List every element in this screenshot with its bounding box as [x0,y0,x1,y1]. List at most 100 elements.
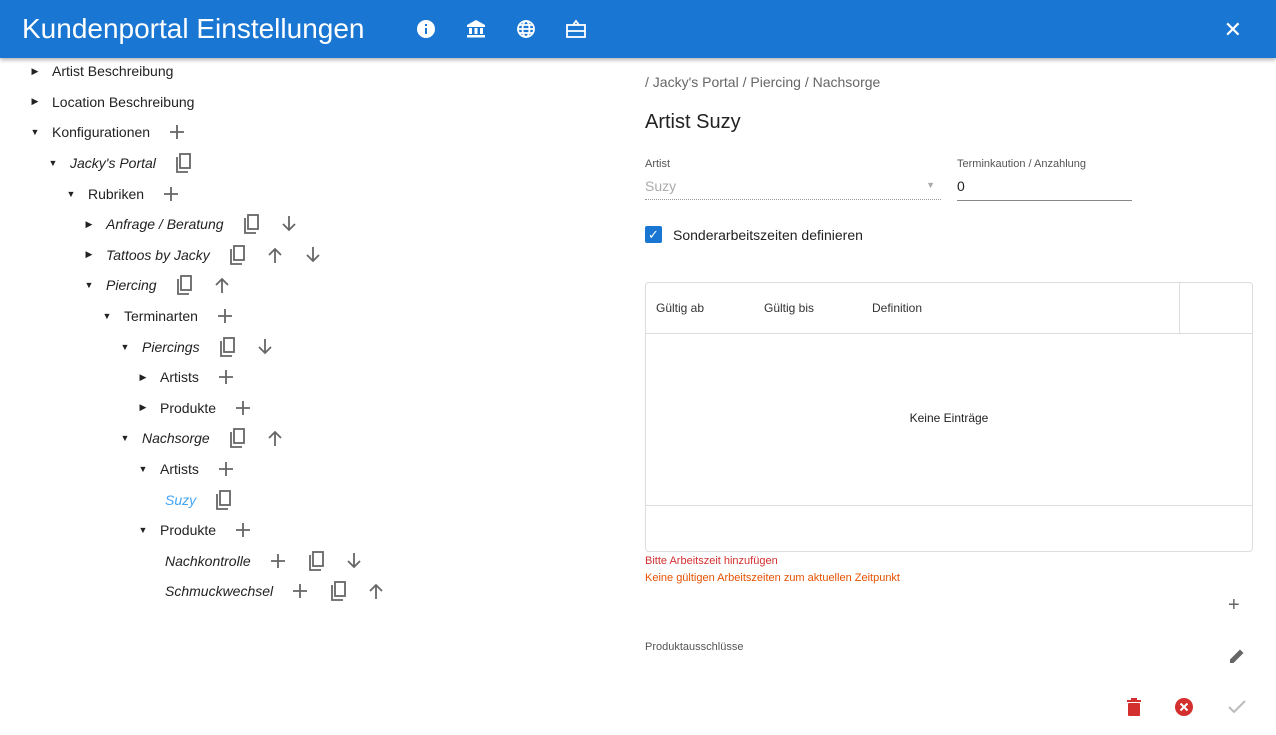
copy-icon[interactable] [240,213,262,235]
add-icon[interactable] [160,183,182,205]
sonderarbeitszeiten-checkbox[interactable]: ✓ Sonderarbeitszeiten definieren [645,226,863,243]
caret-down-icon[interactable]: ▼ [98,311,116,321]
add-icon[interactable] [289,580,311,602]
column-header: Definition [872,301,923,315]
copy-icon[interactable] [172,152,194,174]
tree-node-label[interactable]: Location Beschreibung [52,94,194,110]
caret-down-icon[interactable]: ▼ [26,127,44,137]
copy-icon[interactable] [305,550,327,572]
edit-icon[interactable] [1227,646,1247,666]
caret-down-icon[interactable]: ▼ [80,280,98,290]
tree-node-label[interactable]: Piercing [106,277,157,293]
tree-node[interactable]: Nachkontrolle [0,546,620,577]
add-icon[interactable] [215,458,237,480]
save-check-icon[interactable] [1227,698,1247,716]
tree-node[interactable]: ▶ Tattoos by Jacky [0,240,620,271]
tree-node-label[interactable]: Konfigurationen [52,124,150,140]
checkbox-label: Sonderarbeitszeiten definieren [673,226,863,243]
tree-node-label[interactable]: Piercings [142,339,200,355]
tree-node[interactable]: ▼ Rubriken [0,178,620,209]
config-tree: ▶ Artist Beschreibung ▶ Location Beschreibu… [0,56,620,607]
arrow-up-icon[interactable] [365,580,387,602]
arrow-down-icon[interactable] [302,244,324,266]
copy-icon[interactable] [212,489,234,511]
tree-node[interactable]: ▶ Location Beschreibung [0,87,620,118]
tree-node-label[interactable]: Terminarten [124,308,198,324]
tree-node-label[interactable]: Tattoos by Jacky [106,247,210,263]
bank-icon[interactable] [464,17,488,41]
tree-node[interactable]: ▼ Produkte [0,515,620,546]
tree-node[interactable]: Suzy [0,484,620,515]
tree-node-label[interactable]: Jacky's Portal [70,155,156,171]
caret-down-icon[interactable]: ▼ [44,158,62,168]
cancel-icon[interactable] [1174,697,1194,717]
tree-node[interactable]: ▶ Anfrage / Beratung [0,209,620,240]
copy-icon[interactable] [327,580,349,602]
tree-node-label[interactable]: Artists [160,461,199,477]
tree-node[interactable]: ▶ Artists [0,362,620,393]
info-icon[interactable] [414,17,438,41]
delete-icon[interactable] [1126,698,1142,716]
add-icon[interactable] [232,519,254,541]
deposit-input[interactable]: 0 [957,172,1132,201]
tree-node-label[interactable]: Artists [160,369,199,385]
copy-icon[interactable] [173,274,195,296]
tree-node[interactable]: ▶ Artist Beschreibung [0,56,620,87]
copy-icon[interactable] [226,427,248,449]
tree-node[interactable]: ▼ Artists [0,454,620,485]
add-icon[interactable] [267,550,289,572]
add-icon[interactable] [166,121,188,143]
column-divider [1179,283,1180,334]
arrow-up-icon[interactable] [264,427,286,449]
tree-node-label[interactable]: Produkte [160,522,216,538]
caret-right-icon[interactable]: ▶ [134,402,152,413]
tree-node[interactable]: ▶ Produkte [0,393,620,424]
tree-node-label[interactable]: Schmuckwechsel [165,583,273,599]
close-icon[interactable]: ✕ [1224,17,1242,43]
copy-icon[interactable] [216,336,238,358]
empty-message: Keine Einträge [909,411,989,425]
caret-right-icon[interactable]: ▶ [134,372,152,383]
caret-down-icon[interactable]: ▼ [116,342,134,352]
tree-node[interactable]: ▼ Jacky's Portal [0,148,620,179]
tree-node-label[interactable]: Nachsorge [142,430,210,446]
app-header: Kundenportal Einstellungen ✕ [0,0,1276,58]
globe-icon[interactable] [514,17,538,41]
page-title: Kundenportal Einstellungen [22,13,365,44]
tree-node-label[interactable]: Artist Beschreibung [52,63,173,79]
gift-card-icon[interactable] [564,17,588,41]
deposit-label: Terminkaution / Anzahlung [957,158,1087,170]
dropdown-arrow-icon: ▼ [926,180,935,190]
arrow-up-icon[interactable] [211,274,233,296]
add-icon[interactable] [215,366,237,388]
artist-select[interactable]: Suzy ▼ [645,172,941,200]
tree-node-label[interactable]: Suzy [165,492,196,508]
tree-node[interactable]: ▼ Piercings [0,331,620,362]
caret-right-icon[interactable]: ▶ [80,219,98,230]
tree-node-label[interactable]: Nachkontrolle [165,553,251,569]
caret-down-icon[interactable]: ▼ [134,525,152,535]
arrow-up-icon[interactable] [264,244,286,266]
arrow-down-icon[interactable] [343,550,365,572]
add-icon[interactable] [232,397,254,419]
tree-node-label[interactable]: Anfrage / Beratung [106,216,224,232]
arrow-down-icon[interactable] [254,336,276,358]
add-icon[interactable] [214,305,236,327]
caret-down-icon[interactable]: ▼ [134,464,152,474]
caret-down-icon[interactable]: ▼ [116,433,134,443]
tree-node-label[interactable]: Produkte [160,400,216,416]
caret-right-icon[interactable]: ▶ [26,66,44,77]
tree-node[interactable]: Schmuckwechsel [0,576,620,607]
tree-node-label[interactable]: Rubriken [88,186,144,202]
tree-node[interactable]: ▼ Konfigurationen [0,117,620,148]
arrow-down-icon[interactable] [278,213,300,235]
caret-right-icon[interactable]: ▶ [26,96,44,107]
copy-icon[interactable] [226,244,248,266]
tree-node[interactable]: ▼ Terminarten [0,301,620,332]
add-working-hours-button[interactable]: + [1228,594,1240,617]
tree-node[interactable]: ▼ Piercing [0,270,620,301]
table-header: Gültig ab Gültig bis Definition [646,283,1252,334]
tree-node[interactable]: ▼ Nachsorge [0,423,620,454]
caret-right-icon[interactable]: ▶ [80,249,98,260]
caret-down-icon[interactable]: ▼ [62,189,80,199]
